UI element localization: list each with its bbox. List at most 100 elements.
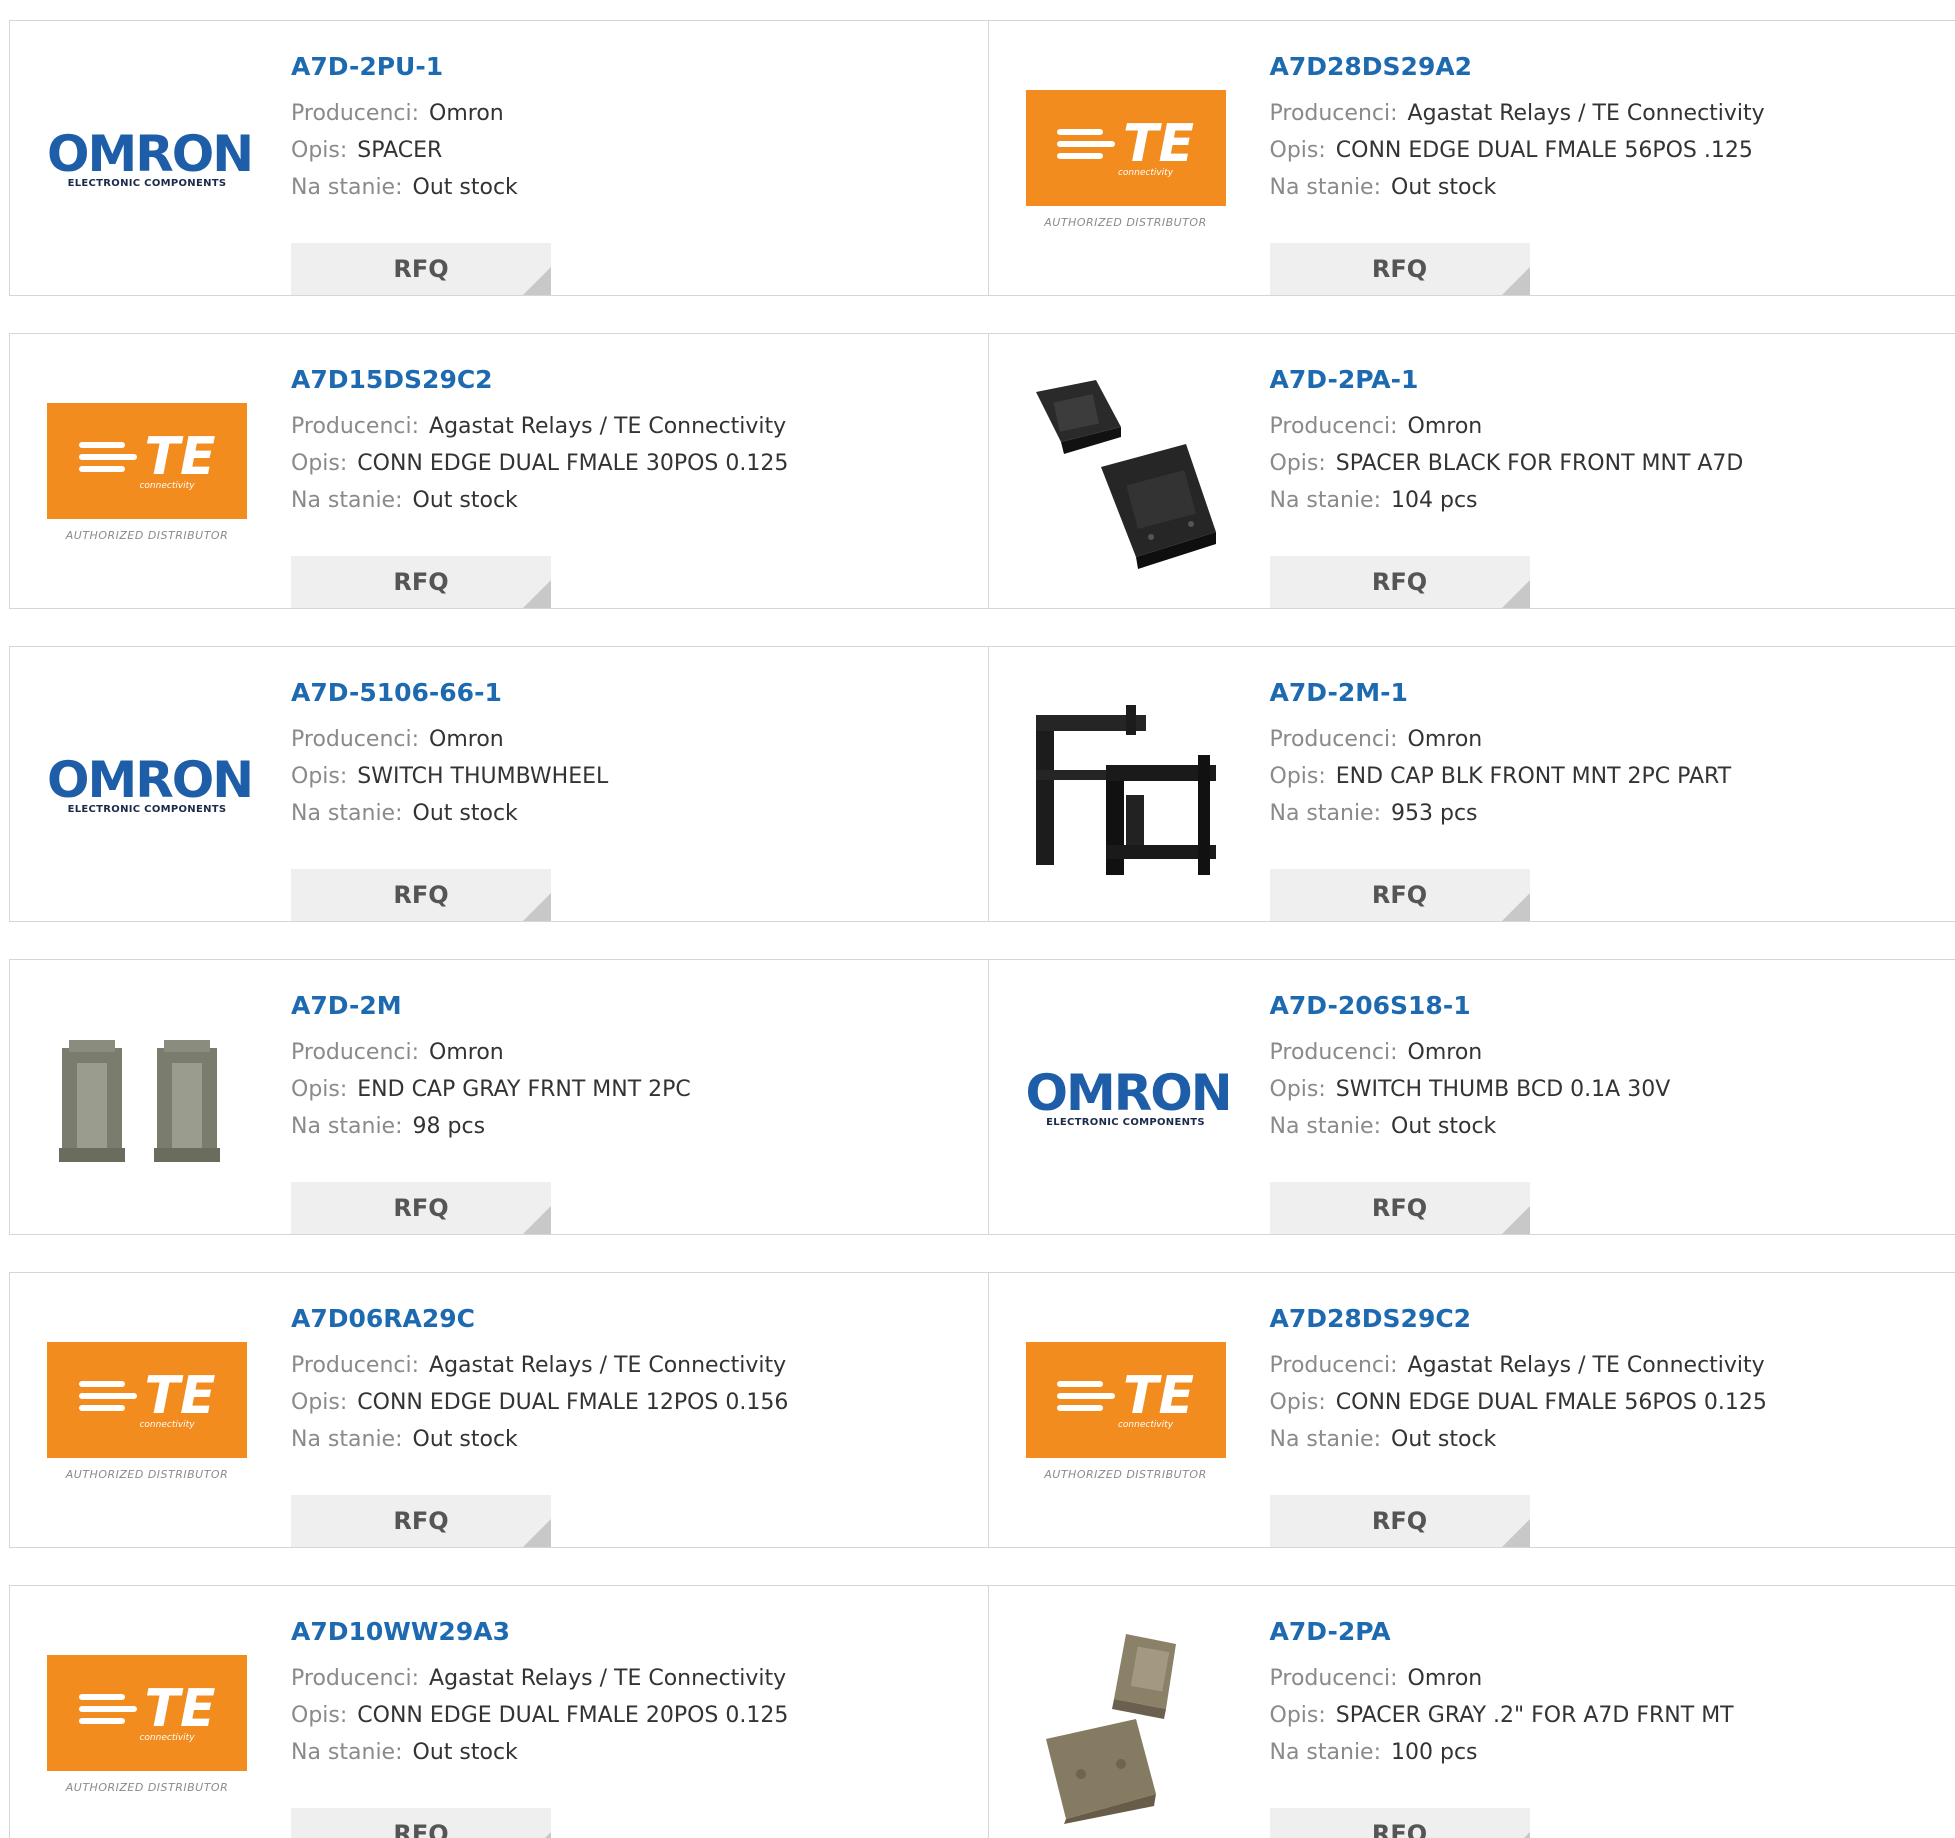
stock-row: Na stanie: Out stock xyxy=(1270,169,1765,206)
rfq-label: RFQ xyxy=(1371,1194,1428,1222)
part-number-link[interactable]: A7D-2PU-1 xyxy=(291,51,518,95)
product-info: A7D-2M Producenci: Omron Opis: END CAP GRA… xyxy=(291,990,691,1234)
stock-row: Na stanie: 953 pcs xyxy=(1270,795,1732,832)
stock-label: Na stanie: xyxy=(1269,801,1382,826)
description-label: Opis: xyxy=(291,451,348,476)
product-image[interactable]: OMRON ELECTRONIC COMPONENTS xyxy=(47,685,254,885)
part-number-link[interactable]: A7D28DS29C2 xyxy=(1270,1303,1767,1347)
description-row: Opis: CONN EDGE DUAL FMALE 30POS 0.125 xyxy=(291,445,788,482)
rfq-label: RFQ xyxy=(1371,1820,1428,1838)
rfq-corner-decoration xyxy=(1501,267,1530,295)
part-number-link[interactable]: A7D10WW29A3 xyxy=(291,1616,788,1660)
rfq-corner-decoration xyxy=(1501,1832,1530,1838)
description-label: Opis: xyxy=(1269,1390,1326,1415)
stock-label: Na stanie: xyxy=(1269,1427,1382,1452)
product-info: A7D15DS29C2 Producenci: Agastat Relays / … xyxy=(291,364,788,608)
rfq-button[interactable]: RFQ xyxy=(291,869,551,921)
product-image[interactable]: OMRON ELECTRONIC COMPONENTS xyxy=(47,59,254,259)
rfq-button[interactable]: RFQ xyxy=(1269,556,1530,608)
description-row: Opis: CONN EDGE DUAL FMALE 56POS 0.125 xyxy=(1270,1384,1767,1421)
description-label: Opis: xyxy=(291,1077,348,1102)
manufacturer-value: Agastat Relays / TE Connectivity xyxy=(1407,101,1765,126)
rfq-button[interactable]: RFQ xyxy=(1269,1495,1530,1547)
rfq-button[interactable]: RFQ xyxy=(1269,1808,1530,1838)
description-row: Opis: END CAP BLK FRONT MNT 2PC PART xyxy=(1270,758,1732,795)
omron-logo-subtitle: ELECTRONIC COMPONENTS xyxy=(67,177,227,189)
part-number-link[interactable]: A7D06RA29C xyxy=(291,1303,788,1347)
rfq-button[interactable]: RFQ xyxy=(291,556,551,608)
te-logo-subtitle: connectivity xyxy=(1117,1419,1174,1430)
product-image[interactable] xyxy=(47,998,247,1198)
product-image[interactable]: TE connectivity AUTHORIZED DISTRIBUTOR xyxy=(47,372,247,572)
stock-label: Na stanie: xyxy=(291,1740,403,1765)
product-info: A7D28DS29C2 Producenci: Agastat Relays / … xyxy=(1269,1303,1767,1547)
rfq-button[interactable]: RFQ xyxy=(1269,1182,1530,1234)
te-logo-bars xyxy=(78,1378,137,1414)
description-value: SWITCH THUMB BCD 0.1A 30V xyxy=(1335,1077,1671,1102)
description-label: Opis: xyxy=(291,764,348,789)
manufacturer-value: Agastat Relays / TE Connectivity xyxy=(1407,1353,1765,1378)
product-image[interactable] xyxy=(1026,685,1226,885)
part-number-link[interactable]: A7D15DS29C2 xyxy=(291,364,788,408)
part-number-link[interactable]: A7D-5106-66-1 xyxy=(291,677,608,721)
description-value: CONN EDGE DUAL FMALE 20POS 0.125 xyxy=(357,1703,789,1728)
product-card: OMRON ELECTRONIC COMPONENTS A7D-2PU-1 Pr… xyxy=(10,21,988,295)
product-image[interactable] xyxy=(1026,1624,1226,1824)
stock-label: Na stanie: xyxy=(291,175,403,200)
product-info: A7D-2M-1 Producenci: Omron Opis: END CAP B… xyxy=(1269,677,1732,921)
te-logo-wordmark: TE xyxy=(144,1365,216,1426)
omron-logo-wordmark: OMRON xyxy=(1025,1063,1233,1122)
product-image[interactable]: TE connectivity AUTHORIZED DISTRIBUTOR xyxy=(1025,59,1226,259)
stock-row: Na stanie: Out stock xyxy=(291,482,788,519)
te-logo-bars xyxy=(1057,126,1115,162)
description-row: Opis: SPACER xyxy=(291,132,518,169)
product-image[interactable]: TE connectivity AUTHORIZED DISTRIBUTOR xyxy=(47,1311,247,1511)
rfq-button[interactable]: RFQ xyxy=(291,1808,551,1838)
stock-value: 98 pcs xyxy=(412,1114,486,1139)
te-logo-wordmark: TE xyxy=(144,426,216,487)
rfq-button[interactable]: RFQ xyxy=(291,1182,551,1234)
product-image[interactable] xyxy=(1026,372,1226,572)
part-number-link[interactable]: A7D-2PA xyxy=(1270,1616,1734,1660)
stock-row: Na stanie: Out stock xyxy=(291,1734,788,1771)
te-logo-bars xyxy=(78,439,137,475)
product-image[interactable]: TE connectivity AUTHORIZED DISTRIBUTOR xyxy=(1025,1311,1226,1511)
te-connectivity-logo: TE connectivity AUTHORIZED DISTRIBUTOR xyxy=(47,1654,247,1794)
part-number-link[interactable]: A7D28DS29A2 xyxy=(1270,51,1765,95)
stock-value: 100 pcs xyxy=(1391,1740,1478,1765)
rfq-label: RFQ xyxy=(1371,881,1428,909)
manufacturer-label: Producenci: xyxy=(1269,1040,1398,1065)
product-image[interactable]: TE connectivity AUTHORIZED DISTRIBUTOR xyxy=(47,1624,247,1824)
description-label: Opis: xyxy=(1269,1703,1326,1728)
part-number-link[interactable]: A7D-2M xyxy=(291,990,691,1034)
rfq-button[interactable]: RFQ xyxy=(291,1495,551,1547)
description-row: Opis: SWITCH THUMB BCD 0.1A 30V xyxy=(1270,1071,1671,1108)
stock-label: Na stanie: xyxy=(1269,175,1382,200)
manufacturer-value: Agastat Relays / TE Connectivity xyxy=(429,414,787,439)
product-row: TE connectivity AUTHORIZED DISTRIBUTOR A… xyxy=(9,333,1955,609)
description-label: Opis: xyxy=(1269,138,1326,163)
rfq-corner-decoration xyxy=(523,267,551,295)
te-authorized-distributor: AUTHORIZED DISTRIBUTOR xyxy=(65,1467,229,1481)
rfq-label: RFQ xyxy=(393,1507,449,1535)
rfq-button[interactable]: RFQ xyxy=(1269,243,1530,295)
rfq-label: RFQ xyxy=(1371,1507,1428,1535)
description-label: Opis: xyxy=(291,1390,348,1415)
part-number-link[interactable]: A7D-206S18-1 xyxy=(1270,990,1671,1034)
product-row: TE connectivity AUTHORIZED DISTRIBUTOR A… xyxy=(9,1272,1955,1548)
product-info: A7D-2PA-1 Producenci: Omron Opis: SPACER B… xyxy=(1269,364,1744,608)
product-row: OMRON ELECTRONIC COMPONENTS A7D-5106-66-… xyxy=(9,646,1955,922)
manufacturer-label: Producenci: xyxy=(291,1666,420,1691)
rfq-button[interactable]: RFQ xyxy=(1269,869,1530,921)
te-logo-bars xyxy=(78,1691,137,1727)
description-label: Opis: xyxy=(291,138,348,163)
rfq-button[interactable]: RFQ xyxy=(291,243,551,295)
te-logo-subtitle: connectivity xyxy=(139,1732,195,1743)
part-number-link[interactable]: A7D-2M-1 xyxy=(1270,677,1732,721)
product-image[interactable]: OMRON ELECTRONIC COMPONENTS xyxy=(1025,998,1233,1198)
rfq-corner-decoration xyxy=(523,1519,551,1547)
stock-value: Out stock xyxy=(1391,175,1497,200)
stock-row: Na stanie: Out stock xyxy=(291,795,608,832)
stock-label: Na stanie: xyxy=(291,801,403,826)
part-number-link[interactable]: A7D-2PA-1 xyxy=(1270,364,1744,408)
